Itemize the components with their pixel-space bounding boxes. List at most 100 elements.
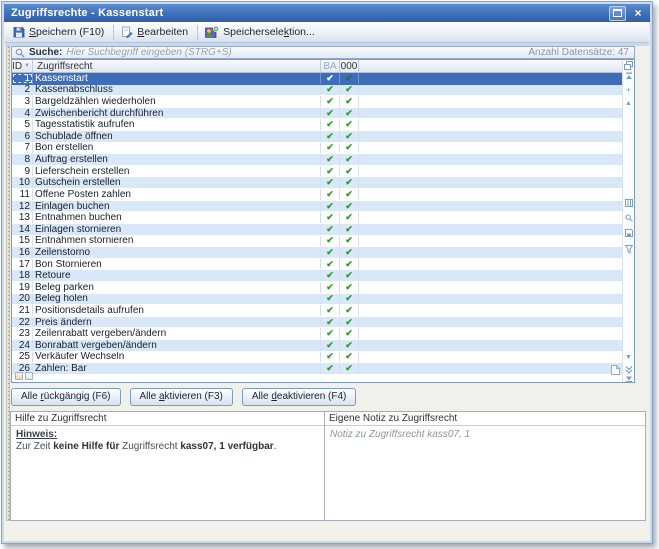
table-row[interactable]: 21Positionsdetails aufrufen✔✔ (12, 305, 634, 317)
table-row[interactable]: 19Beleg parken✔✔ (12, 282, 634, 294)
row-ba-toggle[interactable]: ✔ (321, 119, 340, 130)
row-ba-toggle[interactable]: ✔ (321, 363, 340, 374)
edit-button[interactable]: Bearbeiten (117, 25, 194, 39)
row-ba-toggle[interactable]: ✔ (321, 270, 340, 281)
column-header-ba[interactable]: BA (321, 60, 340, 72)
table-row[interactable]: 1Kassenstart✔✔ (12, 73, 634, 85)
row-ba-toggle[interactable]: ✔ (321, 166, 340, 177)
row-ba-toggle[interactable]: ✔ (321, 305, 340, 316)
row-000-toggle[interactable]: ✔ (340, 328, 359, 339)
new-record-icon[interactable] (611, 362, 620, 380)
activate-all-button[interactable]: Alle aktivieren (F3) (130, 388, 233, 406)
save-layout-icon[interactable] (623, 229, 634, 237)
row-000-toggle[interactable]: ✔ (340, 340, 359, 351)
row-000-toggle[interactable]: ✔ (340, 212, 359, 223)
row-000-toggle[interactable]: ✔ (340, 236, 359, 247)
row-ba-toggle[interactable]: ✔ (321, 247, 340, 258)
row-000-toggle[interactable]: ✔ (340, 282, 359, 293)
row-000-toggle[interactable]: ✔ (340, 317, 359, 328)
table-row[interactable]: 8Auftrag erstellen✔✔ (12, 154, 634, 166)
row-ba-toggle[interactable]: ✔ (321, 317, 340, 328)
table-row[interactable]: 10Gutschein erstellen✔✔ (12, 177, 634, 189)
row-ba-toggle[interactable]: ✔ (321, 108, 340, 119)
row-ba-toggle[interactable]: ✔ (321, 282, 340, 293)
scroll-to-top-icon[interactable] (623, 72, 634, 80)
table-row[interactable]: 14Einlagen stornieren✔✔ (12, 224, 634, 236)
scroll-left-button[interactable] (15, 372, 23, 380)
row-000-toggle[interactable]: ✔ (340, 270, 359, 281)
row-000-toggle[interactable]: ✔ (340, 294, 359, 305)
column-header-000[interactable]: 000 (340, 60, 359, 72)
scroll-down-page-icon[interactable] (623, 366, 634, 374)
table-row[interactable]: 2Kassenabschluss✔✔ (12, 85, 634, 97)
columns-icon[interactable] (623, 199, 634, 207)
row-000-toggle[interactable]: ✔ (340, 201, 359, 212)
save-button[interactable]: Speichern (F10) (9, 25, 110, 39)
row-ba-toggle[interactable]: ✔ (321, 224, 340, 235)
row-000-toggle[interactable]: ✔ (340, 143, 359, 154)
row-ba-toggle[interactable]: ✔ (321, 131, 340, 142)
row-000-toggle[interactable]: ✔ (340, 131, 359, 142)
row-ba-toggle[interactable]: ✔ (321, 154, 340, 165)
deactivate-all-button[interactable]: Alle deaktivieren (F4) (242, 388, 356, 406)
row-000-toggle[interactable]: ✔ (340, 305, 359, 316)
table-row[interactable]: 24Bonrabatt vergeben/ändern✔✔ (12, 340, 634, 352)
row-000-toggle[interactable]: ✔ (340, 363, 359, 374)
table-row[interactable]: 18Retoure✔✔ (12, 270, 634, 282)
table-row[interactable]: 20Beleg holen✔✔ (12, 294, 634, 306)
scroll-down-icon[interactable]: ▼ (623, 354, 634, 362)
table-row[interactable]: 17Bon Stornieren✔✔ (12, 259, 634, 271)
scroll-to-end-icon[interactable] (623, 375, 634, 383)
table-row[interactable]: 5Tagesstatistik aufrufen✔✔ (12, 119, 634, 131)
table-row[interactable]: 25Verkäufer Wechseln✔✔ (12, 352, 634, 364)
note-text[interactable]: Notiz zu Zugriffsrecht kass07, 1 (325, 426, 645, 444)
row-000-toggle[interactable]: ✔ (340, 224, 359, 235)
row-ba-toggle[interactable]: ✔ (321, 259, 340, 270)
row-000-toggle[interactable]: ✔ (340, 96, 359, 107)
table-row[interactable]: 11Offene Posten zahlen✔✔ (12, 189, 634, 201)
table-row[interactable]: 9Lieferschein erstellen✔✔ (12, 166, 634, 178)
table-row[interactable]: 6Schublade öffnen✔✔ (12, 131, 634, 143)
table-row[interactable]: 3Bargeldzählen wiederholen✔✔ (12, 96, 634, 108)
grid-search-icon[interactable] (623, 214, 634, 222)
row-000-toggle[interactable]: ✔ (340, 166, 359, 177)
row-000-toggle[interactable]: ✔ (340, 73, 359, 84)
scroll-right-button[interactable] (25, 372, 33, 380)
row-ba-toggle[interactable]: ✔ (321, 340, 340, 351)
row-ba-toggle[interactable]: ✔ (321, 328, 340, 339)
row-ba-toggle[interactable]: ✔ (321, 294, 340, 305)
row-ba-toggle[interactable]: ✔ (321, 143, 340, 154)
scroll-up-page-icon[interactable]: + (623, 86, 634, 94)
row-000-toggle[interactable]: ✔ (340, 154, 359, 165)
row-000-toggle[interactable]: ✔ (340, 259, 359, 270)
column-header-id[interactable]: ID▼ (12, 60, 33, 72)
row-000-toggle[interactable]: ✔ (340, 247, 359, 258)
row-ba-toggle[interactable]: ✔ (321, 177, 340, 188)
row-ba-toggle[interactable]: ✔ (321, 212, 340, 223)
undo-all-button[interactable]: Alle rückgängig (F6) (11, 388, 121, 406)
table-row[interactable]: 15Entnahmen stornieren✔✔ (12, 236, 634, 248)
table-row[interactable]: 16Zeilenstorno✔✔ (12, 247, 634, 259)
row-000-toggle[interactable]: ✔ (340, 177, 359, 188)
table-row[interactable]: 4Zwischenbericht durchführen✔✔ (12, 108, 634, 120)
title-bar[interactable]: Zugriffsrechte - Kassenstart × (4, 4, 650, 22)
scroll-up-icon[interactable]: ▲ (623, 100, 634, 108)
select-columns-icon[interactable] (623, 61, 634, 70)
restore-button[interactable] (609, 6, 626, 21)
row-000-toggle[interactable]: ✔ (340, 85, 359, 96)
table-row[interactable]: 22Preis ändern✔✔ (12, 317, 634, 329)
row-ba-toggle[interactable]: ✔ (321, 352, 340, 363)
table-row[interactable]: 13Entnahmen buchen✔✔ (12, 212, 634, 224)
row-000-toggle[interactable]: ✔ (340, 189, 359, 200)
row-000-toggle[interactable]: ✔ (340, 119, 359, 130)
storage-selection-button[interactable]: Speicherselektion... (201, 25, 321, 40)
row-000-toggle[interactable]: ✔ (340, 352, 359, 363)
table-row[interactable]: 7Bon erstellen✔✔ (12, 143, 634, 155)
row-ba-toggle[interactable]: ✔ (321, 85, 340, 96)
row-ba-toggle[interactable]: ✔ (321, 96, 340, 107)
row-000-toggle[interactable]: ✔ (340, 108, 359, 119)
filter-icon[interactable] (623, 245, 634, 254)
table-row[interactable]: 26Zahlen: Bar✔✔ (12, 363, 634, 375)
row-ba-toggle[interactable]: ✔ (321, 236, 340, 247)
table-row[interactable]: 23Zeilenrabatt vergeben/ändern✔✔ (12, 328, 634, 340)
